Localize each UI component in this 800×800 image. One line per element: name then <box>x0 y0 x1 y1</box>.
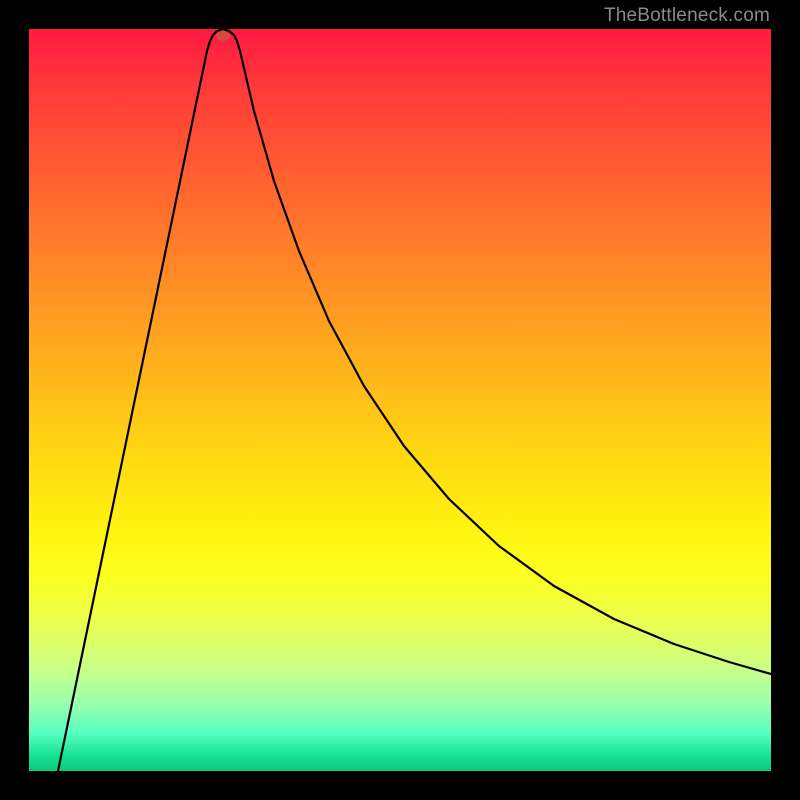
chart-svg <box>29 29 771 771</box>
plot-area <box>29 29 771 771</box>
optimum-marker <box>216 31 230 41</box>
chart-frame: TheBottleneck.com <box>0 0 800 800</box>
attribution-text: TheBottleneck.com <box>604 5 770 27</box>
bottleneck-curve <box>58 29 771 771</box>
